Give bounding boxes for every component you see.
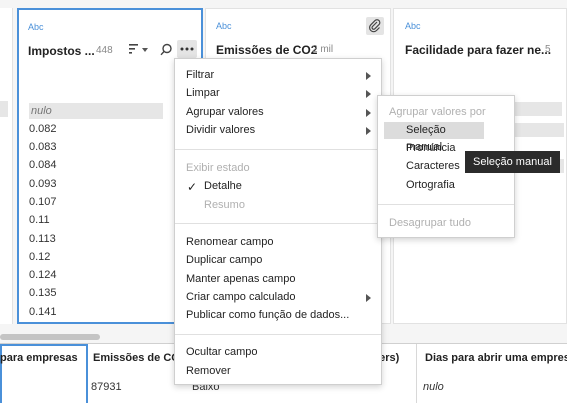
menu-separator bbox=[175, 149, 381, 150]
chevron-right-icon bbox=[366, 90, 371, 98]
grid-header[interactable]: para empresas bbox=[0, 352, 78, 364]
chevron-right-icon bbox=[366, 109, 371, 117]
menu-item-keep-only[interactable]: Manter apenas campo bbox=[186, 273, 295, 285]
menu-item-create-calc[interactable]: Criar campo calculado bbox=[186, 291, 295, 303]
field-count: 5 bbox=[545, 44, 551, 55]
menu-item-clean[interactable]: Limpar bbox=[186, 87, 220, 99]
list-item[interactable]: 0.124 bbox=[29, 269, 57, 281]
chevron-right-icon bbox=[366, 72, 371, 80]
sort-icon[interactable] bbox=[129, 43, 149, 58]
list-item[interactable]: 0.135 bbox=[29, 287, 57, 299]
bar-mark bbox=[514, 123, 564, 137]
list-item[interactable]: 0.107 bbox=[29, 196, 57, 208]
type-label: Abc bbox=[28, 22, 44, 32]
search-icon[interactable] bbox=[160, 43, 173, 59]
menu-item-split-values[interactable]: Dividir valores bbox=[186, 124, 255, 136]
submenu-item-manual[interactable]: Seleção manual bbox=[384, 122, 484, 153]
chevron-right-icon bbox=[366, 127, 371, 135]
paperclip-icon[interactable] bbox=[366, 17, 384, 35]
list-item[interactable]: 0.12 bbox=[29, 251, 50, 263]
grid-cell[interactable]: 87931 bbox=[91, 381, 122, 393]
field-count: 448 bbox=[96, 45, 113, 56]
list-item[interactable]: 0.084 bbox=[29, 159, 57, 171]
chevron-right-icon bbox=[366, 294, 371, 302]
grid-header[interactable]: Emissões de CO bbox=[93, 352, 180, 364]
type-label: Abc bbox=[216, 21, 232, 31]
list-item[interactable]: nulo bbox=[29, 103, 163, 119]
submenu-item-spelling[interactable]: Ortografia bbox=[384, 177, 484, 194]
submenu-item-ungroup: Desagrupar tudo bbox=[389, 217, 471, 229]
menu-item-summary: Resumo bbox=[204, 199, 245, 211]
field-title[interactable]: Facilidade para fazer ne... bbox=[405, 43, 551, 57]
list-item[interactable]: 0.141 bbox=[29, 306, 57, 318]
menu-separator bbox=[175, 334, 381, 335]
field-title[interactable]: Emissões de CO2 bbox=[216, 43, 317, 57]
menu-item-duplicate[interactable]: Duplicar campo bbox=[186, 254, 262, 266]
list-item[interactable]: 0.082 bbox=[29, 123, 57, 135]
menu-separator bbox=[378, 204, 514, 205]
menu-item-detail[interactable]: Detalhe bbox=[204, 180, 242, 192]
type-label: Abc bbox=[405, 21, 421, 31]
submenu-header: Agrupar valores por bbox=[389, 106, 486, 118]
menu-item-hide[interactable]: Ocultar campo bbox=[186, 346, 258, 358]
more-icon[interactable] bbox=[177, 40, 197, 58]
list-item[interactable]: 0.113 bbox=[29, 233, 56, 245]
tooltip: Seleção manual bbox=[465, 151, 560, 173]
menu-item-publish-function[interactable]: Publicar como função de dados... bbox=[186, 309, 349, 321]
menu-item-show-state: Exibir estado bbox=[186, 162, 250, 174]
grid-divider bbox=[416, 344, 417, 403]
grid-cell[interactable]: nulo bbox=[423, 381, 444, 393]
left-card-null-bar bbox=[0, 101, 8, 117]
menu-item-group-values[interactable]: Agrupar valores bbox=[186, 106, 264, 118]
horizontal-scrollbar[interactable] bbox=[0, 334, 100, 340]
menu-item-rename[interactable]: Renomear campo bbox=[186, 236, 273, 248]
grid-header[interactable]: Dias para abrir uma empres bbox=[425, 352, 567, 364]
list-item[interactable]: 0.11 bbox=[29, 214, 50, 226]
field-title[interactable]: Impostos ... bbox=[28, 44, 95, 58]
checkmark-icon: ✓ bbox=[187, 180, 198, 194]
menu-item-filter[interactable]: Filtrar bbox=[186, 69, 214, 81]
field-count: 2 mil bbox=[312, 44, 334, 55]
context-menu: Filtrar Limpar Agrupar valores Dividir v… bbox=[174, 58, 382, 385]
list-item[interactable]: 0.083 bbox=[29, 141, 57, 153]
left-card-edge bbox=[0, 8, 13, 324]
list-item[interactable]: 0.093 bbox=[29, 178, 57, 190]
menu-separator bbox=[175, 223, 381, 224]
menu-item-remove[interactable]: Remover bbox=[186, 365, 231, 377]
